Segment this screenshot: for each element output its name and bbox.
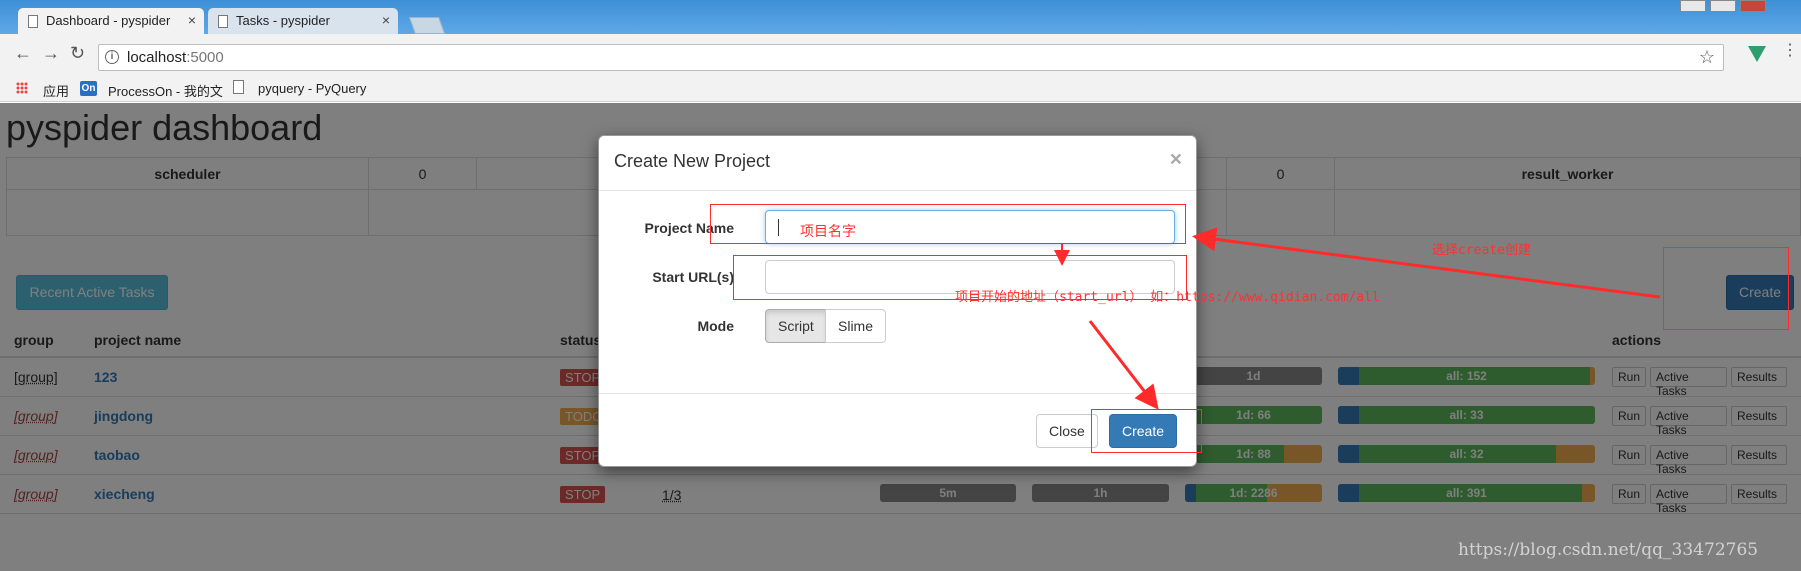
watermark: https://blog.csdn.net/qq_33472765 <box>1458 540 1759 560</box>
arrow-to-project-name <box>1192 227 1661 299</box>
arrow-to-create <box>1088 320 1159 410</box>
annotation-arrows <box>1054 227 1661 410</box>
